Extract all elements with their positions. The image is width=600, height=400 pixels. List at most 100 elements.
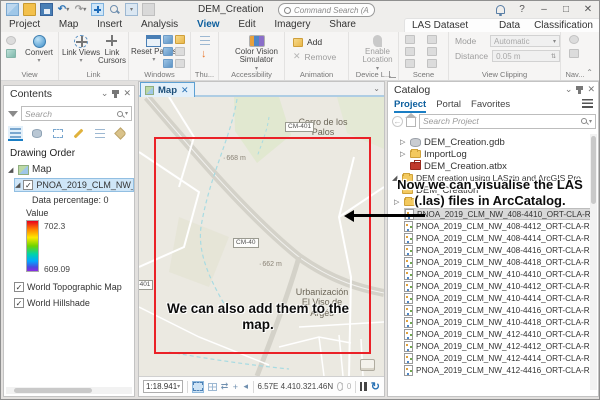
las-file-row[interactable]: PNOA_2019_CLM_NW_410-4412_ORT-CLA-RGB.la… bbox=[404, 280, 592, 292]
catalog-tab-portal[interactable]: Portal bbox=[436, 99, 461, 113]
las-file-row[interactable]: PNOA_2019_CLM_NW_408-4414_ORT-CLA-RGB.la… bbox=[404, 232, 592, 244]
tree-item-gdb[interactable]: ▷ DEM_Creation.gdb bbox=[400, 136, 592, 148]
las-file-row[interactable]: PNOA_2019_CLM_NW_408-4416_ORT-CLA-RGB.la… bbox=[404, 244, 592, 256]
toolbox-pane-icon[interactable] bbox=[175, 35, 185, 44]
las-file-row[interactable]: PNOA_2019_CLM_NW_412-4414_ORT-CLA-RGB.la… bbox=[404, 352, 592, 364]
list-by-drawing-order-button[interactable] bbox=[8, 126, 23, 141]
las-file-row[interactable]: PNOA_2019_CLM_NW_410-4416_ORT-CLA-RGB.la… bbox=[404, 304, 592, 316]
tab-project[interactable]: Project bbox=[1, 18, 48, 32]
filter-icon[interactable] bbox=[8, 110, 18, 117]
undo-icon[interactable]: ↶ ▾ bbox=[57, 3, 70, 16]
catalog-tab-project[interactable]: Project bbox=[394, 99, 427, 113]
list-by-labeling-button[interactable] bbox=[113, 126, 128, 141]
layer-checkbox[interactable] bbox=[23, 180, 34, 190]
tab-share[interactable]: Share bbox=[321, 18, 364, 32]
link-cursors-button[interactable]: Link Cursors bbox=[96, 33, 128, 66]
list-by-snapping-button[interactable] bbox=[92, 126, 107, 141]
las-file-row[interactable]: PNOA_2019_CLM_NW_410-4414_ORT-CLA-RGB.la… bbox=[404, 292, 592, 304]
tab-classification[interactable]: Classification bbox=[527, 19, 599, 32]
notifications-icon[interactable] bbox=[489, 1, 511, 17]
tab-data[interactable]: Data bbox=[492, 19, 527, 32]
las-file-row[interactable]: PNOA_2019_CLM_NW_408-4410_ORT-CLA-RGB.la… bbox=[404, 208, 592, 220]
pane-menu-chevron-icon[interactable]: ⌄ bbox=[101, 88, 109, 99]
raster-layer-row[interactable]: ◢ PNOA_2019_CLM_NW_408-4410_ORT bbox=[14, 178, 134, 192]
tab-imagery[interactable]: Imagery bbox=[266, 18, 318, 32]
link-views-button[interactable]: Link Views ▾ bbox=[62, 33, 100, 65]
map-layer-row[interactable]: ◢ Map bbox=[8, 164, 51, 175]
save-project-icon[interactable] bbox=[40, 3, 53, 16]
catalog-pane-icon[interactable] bbox=[163, 35, 173, 44]
expand-icon[interactable]: ◢ bbox=[8, 166, 15, 174]
las-file-row[interactable]: PNOA_2019_CLM_NW_408-4418_ORT-CLA-RGB.la… bbox=[404, 256, 592, 268]
bookmarks-icon[interactable]: ▾ bbox=[125, 3, 138, 16]
sound-icon[interactable]: ◂ bbox=[243, 381, 249, 393]
animation-add-button[interactable]: Add bbox=[293, 37, 322, 47]
layer-checkbox[interactable] bbox=[14, 282, 24, 292]
collapse-ribbon-chevron-icon[interactable]: ⌃ bbox=[586, 68, 593, 77]
expander-icon[interactable]: ▷ bbox=[400, 150, 407, 158]
color-vision-simulator-button[interactable]: Color Vision Simulator ▾ bbox=[229, 33, 284, 72]
selection-tool-icon[interactable] bbox=[191, 380, 204, 393]
close-button[interactable]: ✕ bbox=[577, 1, 599, 17]
camera-icon[interactable] bbox=[6, 36, 16, 45]
pause-drawing-button[interactable] bbox=[359, 382, 367, 391]
contents-pane-icon[interactable] bbox=[163, 47, 173, 56]
pane-menu-chevron-icon[interactable]: ⌄ bbox=[565, 84, 573, 95]
home-icon[interactable] bbox=[405, 113, 417, 127]
layer-checkbox[interactable] bbox=[14, 298, 24, 308]
contents-search-input[interactable]: Search ▾ bbox=[21, 106, 132, 121]
python-pane-icon[interactable] bbox=[175, 47, 185, 56]
pin-icon[interactable] bbox=[576, 85, 584, 94]
las-file-row[interactable]: PNOA_2019_CLM_NW_410-4410_ORT-CLA-RGB.la… bbox=[404, 268, 592, 280]
minimize-button[interactable]: – bbox=[533, 1, 555, 17]
horizontal-scrollbar[interactable] bbox=[6, 387, 132, 394]
tree-item-importlog[interactable]: ▷ ImportLog bbox=[400, 148, 592, 160]
snapping-icon[interactable]: + bbox=[232, 381, 238, 393]
close-pane-icon[interactable]: ✕ bbox=[587, 84, 595, 95]
tab-las-dataset-layer[interactable]: LAS Dataset Layer bbox=[405, 19, 492, 42]
convert-button[interactable]: Convert ▾ bbox=[25, 33, 53, 65]
refresh-icon[interactable]: ↻ bbox=[371, 380, 380, 393]
vertical-scrollbar[interactable] bbox=[590, 134, 597, 390]
catalog-search-input[interactable]: Search Project ▾ bbox=[419, 113, 596, 129]
basemap-hillshade-row[interactable]: World Hillshade bbox=[14, 298, 90, 308]
explore-tool-icon[interactable] bbox=[91, 3, 104, 16]
zoom-tool-icon[interactable] bbox=[108, 3, 121, 16]
las-file-row[interactable]: PNOA_2019_CLM_NW_410-4418_ORT-CLA-RGB.la… bbox=[404, 316, 592, 328]
menu-icon[interactable] bbox=[582, 99, 593, 108]
coordinate-system-icon[interactable]: ⇄ bbox=[221, 381, 229, 393]
attribute-table-icon[interactable] bbox=[207, 381, 217, 393]
close-pane-icon[interactable]: ✕ bbox=[123, 88, 131, 99]
new-project-icon[interactable] bbox=[6, 3, 19, 16]
tab-overflow-chevron-icon[interactable]: ⌄ bbox=[373, 84, 380, 93]
catalog-tab-favorites[interactable]: Favorites bbox=[471, 99, 510, 113]
tab-edit[interactable]: Edit bbox=[230, 18, 263, 32]
tables-pane-icon[interactable] bbox=[163, 59, 173, 68]
las-file-row[interactable]: PNOA_2019_CLM_NW_412-4412_ORT-CLA-RGB.la… bbox=[404, 340, 592, 352]
list-by-selection-button[interactable] bbox=[50, 126, 65, 141]
las-file-row[interactable]: PNOA_2019_CLM_NW_412-4410_ORT-CLA-RGB.la… bbox=[404, 328, 592, 340]
tab-map[interactable]: Map bbox=[51, 18, 86, 32]
map-overlay-widget-icon[interactable] bbox=[360, 359, 375, 371]
close-tab-icon[interactable]: ✕ bbox=[181, 85, 189, 96]
list-by-data-source-button[interactable] bbox=[29, 126, 44, 141]
expand-icon[interactable]: ◢ bbox=[15, 181, 20, 189]
redo-icon[interactable]: ↷ ▾ bbox=[74, 3, 87, 16]
las-file-row[interactable]: PNOA_2019_CLM_NW_408-4412_ORT-CLA-RGB.la… bbox=[404, 220, 592, 232]
basemap-topo-row[interactable]: World Topographic Map bbox=[14, 282, 122, 292]
scale-select[interactable]: 1:18.941 ▾ bbox=[143, 380, 184, 393]
download-arrow-icon[interactable]: ↓ bbox=[201, 49, 207, 60]
help-icon[interactable]: ? bbox=[511, 1, 533, 17]
maximize-button[interactable]: □ bbox=[555, 1, 577, 17]
open-project-icon[interactable] bbox=[23, 3, 36, 16]
tree-item-toolbox[interactable]: DEM_Creation.atbx bbox=[410, 160, 592, 172]
pin-icon[interactable] bbox=[112, 89, 120, 98]
map-canvas[interactable]: Cerro de los Palos CM-401 668 m CM-40 66… bbox=[139, 97, 384, 376]
thumbnail-icon[interactable] bbox=[200, 36, 210, 45]
image-icon[interactable] bbox=[6, 49, 16, 58]
list-by-editing-button[interactable] bbox=[71, 126, 86, 141]
tasks-pane-icon[interactable] bbox=[175, 59, 185, 68]
tab-analysis[interactable]: Analysis bbox=[133, 18, 186, 32]
command-search-input[interactable]: Command Search (Alt+Q) bbox=[278, 3, 375, 17]
las-file-row[interactable]: PNOA_2019_CLM_NW_412-4416_ORT-CLA-RGB.la… bbox=[404, 364, 592, 376]
